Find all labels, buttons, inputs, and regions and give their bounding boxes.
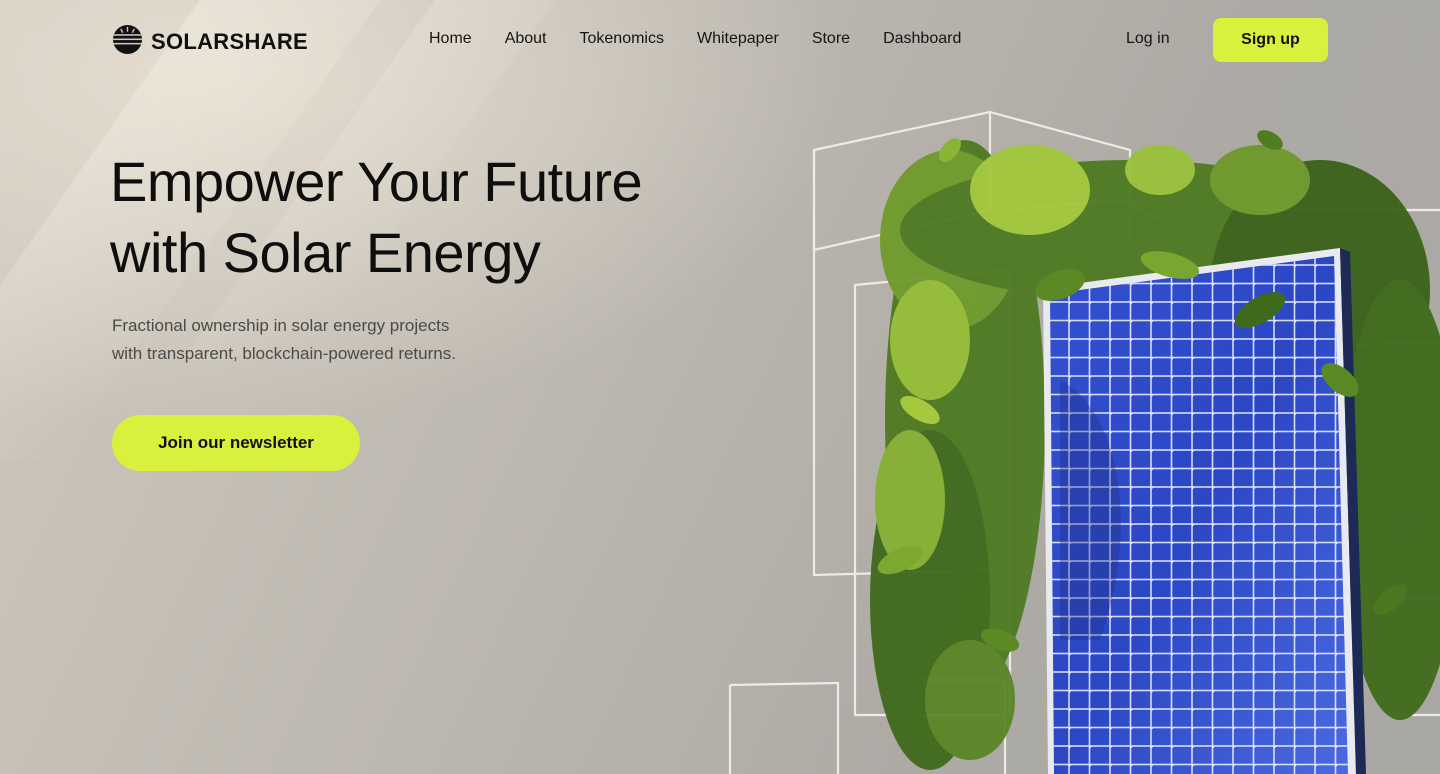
sunrise-icon xyxy=(112,24,143,60)
solar-panel-illustration xyxy=(700,80,1440,774)
top-navigation: SOLARSHARE Home About Tokenomics Whitepa… xyxy=(0,0,1440,80)
hero-title-line-1: Empower Your Future xyxy=(110,150,643,213)
nav-link-store[interactable]: Store xyxy=(812,30,850,48)
hero-title: Empower Your Future with Solar Energy xyxy=(110,146,750,288)
hero-subtitle-line-1: Fractional ownership in solar energy pro… xyxy=(112,316,450,335)
nav-link-home[interactable]: Home xyxy=(429,30,472,48)
signup-button[interactable]: Sign up xyxy=(1213,18,1328,62)
hero-subtitle: Fractional ownership in solar energy pro… xyxy=(112,312,542,368)
nav-link-whitepaper[interactable]: Whitepaper xyxy=(697,30,779,48)
login-link[interactable]: Log in xyxy=(1126,30,1170,48)
nav-link-about[interactable]: About xyxy=(505,30,547,48)
brand-logo[interactable]: SOLARSHARE xyxy=(112,24,308,60)
brand-name: SOLARSHARE xyxy=(151,29,309,54)
newsletter-button[interactable]: Join our newsletter xyxy=(112,415,360,471)
nav-link-dashboard[interactable]: Dashboard xyxy=(883,30,961,48)
solar-panel xyxy=(1043,248,1366,774)
hero-title-line-2: with Solar Energy xyxy=(110,221,541,284)
hero-subtitle-line-2: with transparent, blockchain-powered ret… xyxy=(112,344,456,363)
nav-links: Home About Tokenomics Whitepaper Store D… xyxy=(429,30,961,48)
nav-link-tokenomics[interactable]: Tokenomics xyxy=(580,30,664,48)
